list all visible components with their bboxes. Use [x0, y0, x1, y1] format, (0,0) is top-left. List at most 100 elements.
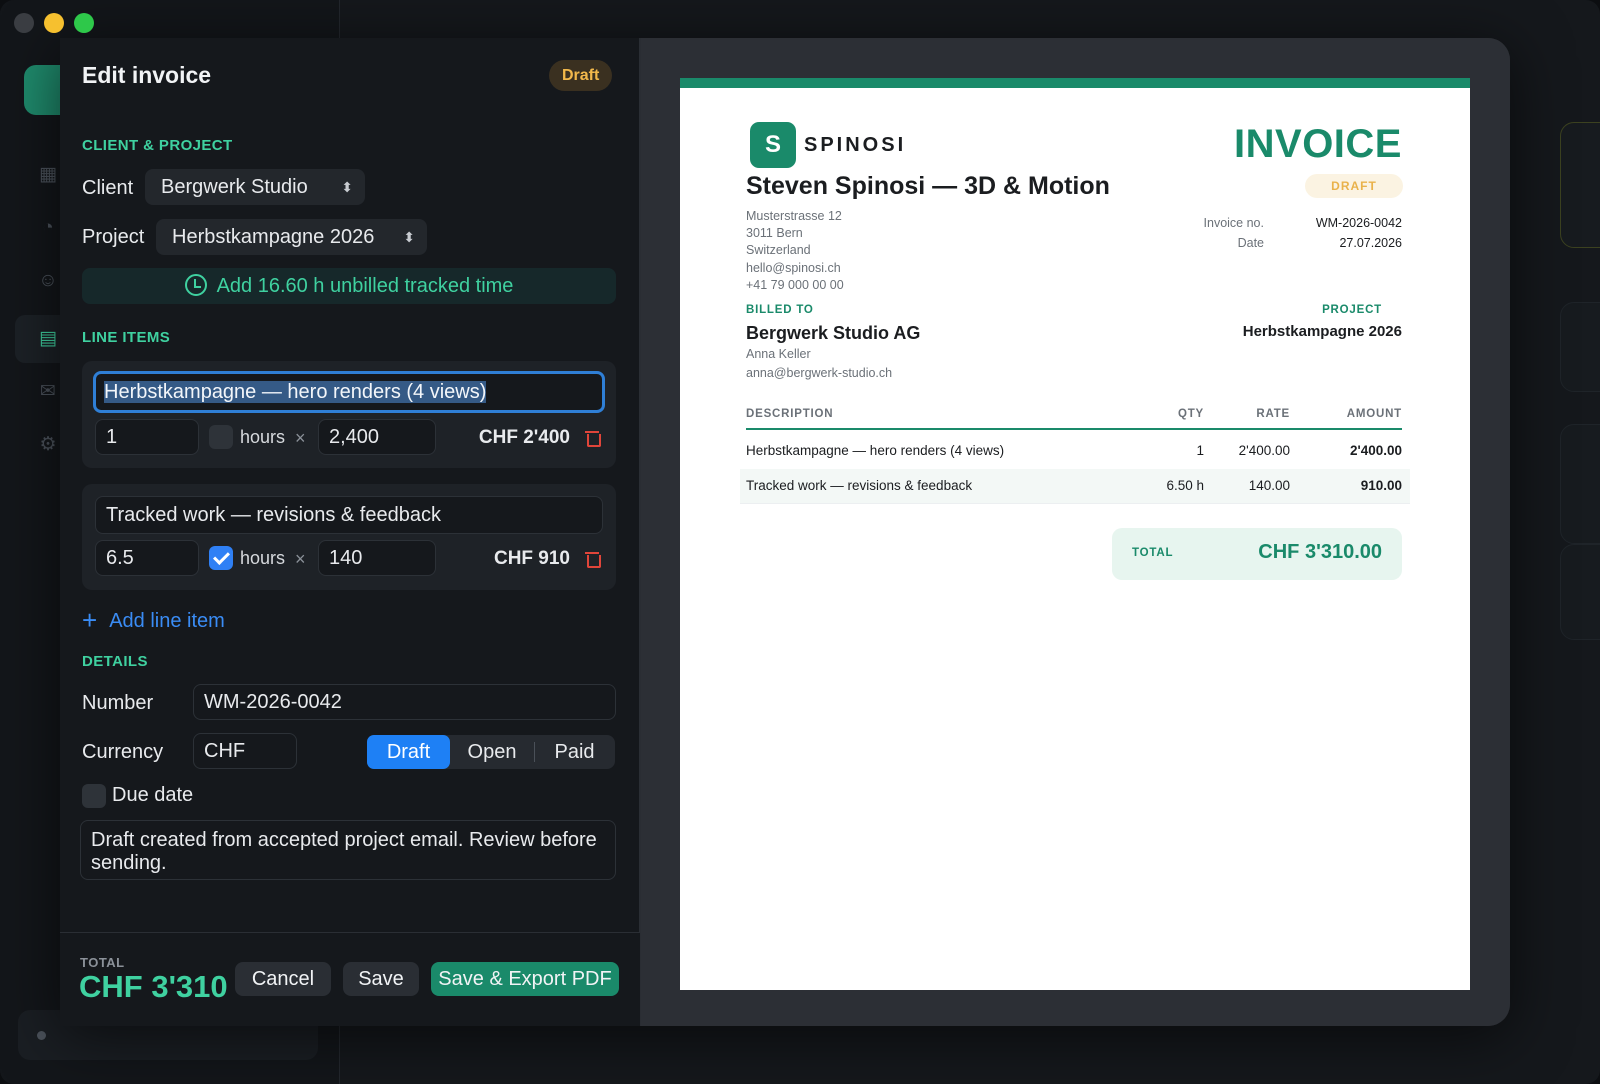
invoice-accent-bar	[680, 78, 1470, 88]
hours-checkbox[interactable]	[209, 425, 233, 449]
column-header-rate: RATE	[1256, 408, 1290, 420]
chevron-updown-icon: ⬍	[341, 179, 353, 195]
add-tracked-time-button[interactable]: Add 16.60 h unbilled tracked time	[82, 268, 616, 304]
client-project-section-label: CLIENT & PROJECT	[82, 137, 233, 154]
client-email: anna@bergwerk-studio.ch	[746, 366, 893, 380]
hours-checkbox[interactable]	[209, 546, 233, 570]
currency-input[interactable]: CHF	[193, 733, 297, 769]
status-option-paid[interactable]: Paid	[534, 735, 615, 769]
column-header-description: DESCRIPTION	[746, 408, 834, 420]
save-button[interactable]: Save	[343, 962, 419, 996]
line-item-description-input[interactable]: Tracked work — revisions & feedback	[95, 496, 603, 534]
invoice-number-input[interactable]: WM-2026-0042	[193, 684, 616, 720]
project-select-value: Herbstkampagne 2026	[172, 226, 375, 248]
invoice-number-value: WM-2026-0042	[1315, 216, 1402, 230]
trash-icon[interactable]	[585, 550, 601, 568]
multiply-icon: ×	[295, 428, 306, 448]
client-select[interactable]: Bergwerk Studio ⬍	[145, 169, 365, 205]
gear-icon[interactable]: ⚙	[36, 433, 60, 457]
sender-address-line: 3011 Bern	[746, 226, 803, 240]
line-item-card: Herbstkampagne — hero renders (4 views) …	[82, 361, 616, 468]
background-card	[1560, 544, 1600, 640]
invoice-total-value: CHF 3'310.00	[1258, 541, 1382, 563]
add-tracked-time-label: Add 16.60 h unbilled tracked time	[216, 275, 514, 297]
line-item-amount: CHF 2'400	[478, 427, 570, 448]
sender-email: hello@spinosi.ch	[746, 261, 841, 275]
status-option-open[interactable]: Open	[450, 735, 534, 769]
invoice-paper: S SPINOSI INVOICE DRAFT Steven Spinosi —…	[680, 78, 1470, 990]
row-description: Herbstkampagne — hero renders (4 views)	[746, 443, 1005, 458]
multiply-icon: ×	[295, 549, 306, 569]
add-line-item-label: Add line item	[109, 610, 225, 632]
chevron-updown-icon: ⬍	[403, 229, 415, 245]
client-select-value: Bergwerk Studio	[161, 176, 308, 198]
invoice-heading: INVOICE	[1234, 122, 1402, 166]
line-item-rate-input[interactable]: 140	[318, 540, 436, 576]
row-rate: 2'400.00	[1238, 443, 1290, 458]
invoice-editor-panel: Edit invoice Draft CLIENT & PROJECT Clie…	[60, 38, 640, 1026]
project-label: PROJECT	[1322, 304, 1382, 316]
footer-total-value: CHF 3'310	[79, 969, 228, 1004]
line-items-section-label: LINE ITEMS	[82, 329, 171, 346]
line-item-qty-input[interactable]: 6.5	[95, 540, 199, 576]
billed-to-label: BILLED TO	[746, 304, 814, 316]
trash-icon[interactable]	[585, 429, 601, 447]
hours-label: hours	[240, 427, 286, 447]
status-dot	[37, 1031, 46, 1040]
row-description: Tracked work — revisions & feedback	[746, 478, 973, 493]
document-icon[interactable]: ▤	[36, 327, 60, 351]
row-amount: 2'400.00	[1349, 443, 1402, 458]
table-header-rule	[746, 428, 1402, 430]
minimize-window-button[interactable]	[44, 13, 64, 33]
cancel-button[interactable]: Cancel	[235, 962, 331, 996]
table-bottom-rule	[740, 503, 1410, 504]
background-content	[1520, 40, 1600, 1040]
client-label: Client	[82, 177, 134, 199]
currency-label: Currency	[82, 741, 164, 763]
invoice-status-badge: DRAFT	[1305, 174, 1403, 198]
invoice-date-label: Date	[1237, 236, 1264, 250]
background-card	[1560, 424, 1600, 544]
add-line-item-button[interactable]: + Add line item	[82, 605, 225, 636]
line-item-description-input[interactable]: Herbstkampagne — hero renders (4 views)	[93, 371, 605, 413]
people-icon[interactable]: ☺	[36, 269, 60, 293]
brand-name: SPINOSI	[804, 134, 907, 156]
edit-invoice-modal: Edit invoice Draft CLIENT & PROJECT Clie…	[60, 38, 1510, 1026]
dashboard-icon[interactable]: ▦	[36, 163, 60, 187]
app-window: ▦ ◔ ☺ ▤ ✉ ⚙ Edit invoice Draft CLIENT & …	[0, 0, 1600, 1084]
invoice-preview-panel: S SPINOSI INVOICE DRAFT Steven Spinosi —…	[641, 38, 1510, 1026]
line-item-qty-input[interactable]: 1	[95, 419, 199, 455]
status-segmented-control: Draft Open Paid	[367, 735, 615, 769]
notes-textarea[interactable]: Draft created from accepted project emai…	[80, 820, 616, 880]
editor-footer: TOTAL CHF 3'310 Cancel Save Save & Expor…	[60, 932, 640, 1026]
due-date-checkbox[interactable]	[82, 784, 106, 808]
column-header-amount: AMOUNT	[1346, 408, 1402, 420]
footer-total-label: TOTAL	[80, 955, 125, 970]
status-badge: Draft	[549, 60, 613, 91]
client-contact: Anna Keller	[746, 347, 811, 361]
modal-title: Edit invoice	[82, 62, 212, 88]
invoice-total-box: TOTAL CHF 3'310.00	[1112, 528, 1402, 580]
line-item-card: Tracked work — revisions & feedback 6.5 …	[82, 484, 616, 590]
line-item-rate-input[interactable]: 2,400	[318, 419, 436, 455]
column-header-qty: QTY	[1177, 408, 1204, 420]
client-name: Bergwerk Studio AG	[746, 323, 921, 343]
table-row: Herbstkampagne — hero renders (4 views) …	[740, 434, 1410, 468]
clock-icon[interactable]: ◔	[36, 216, 60, 240]
row-qty: 6.50 h	[1166, 478, 1204, 493]
save-export-pdf-button[interactable]: Save & Export PDF	[431, 962, 619, 996]
hours-label: hours	[240, 548, 286, 568]
mail-icon[interactable]: ✉	[36, 380, 60, 404]
project-select[interactable]: Herbstkampagne 2026 ⬍	[156, 219, 427, 255]
clock-check-icon	[184, 274, 207, 296]
row-amount: 910.00	[1360, 478, 1402, 493]
plus-icon: +	[82, 605, 98, 635]
maximize-window-button[interactable]	[74, 13, 94, 33]
status-option-draft[interactable]: Draft	[367, 735, 450, 769]
invoice-date-value: 27.07.2026	[1339, 236, 1402, 250]
sender-phone: +41 79 000 00 00	[746, 278, 844, 292]
project-name: Herbstkampagne 2026	[1242, 323, 1402, 340]
close-window-button[interactable]	[14, 13, 34, 33]
invoice-number-label: Invoice no.	[1203, 216, 1264, 230]
row-rate: 140.00	[1248, 478, 1290, 493]
